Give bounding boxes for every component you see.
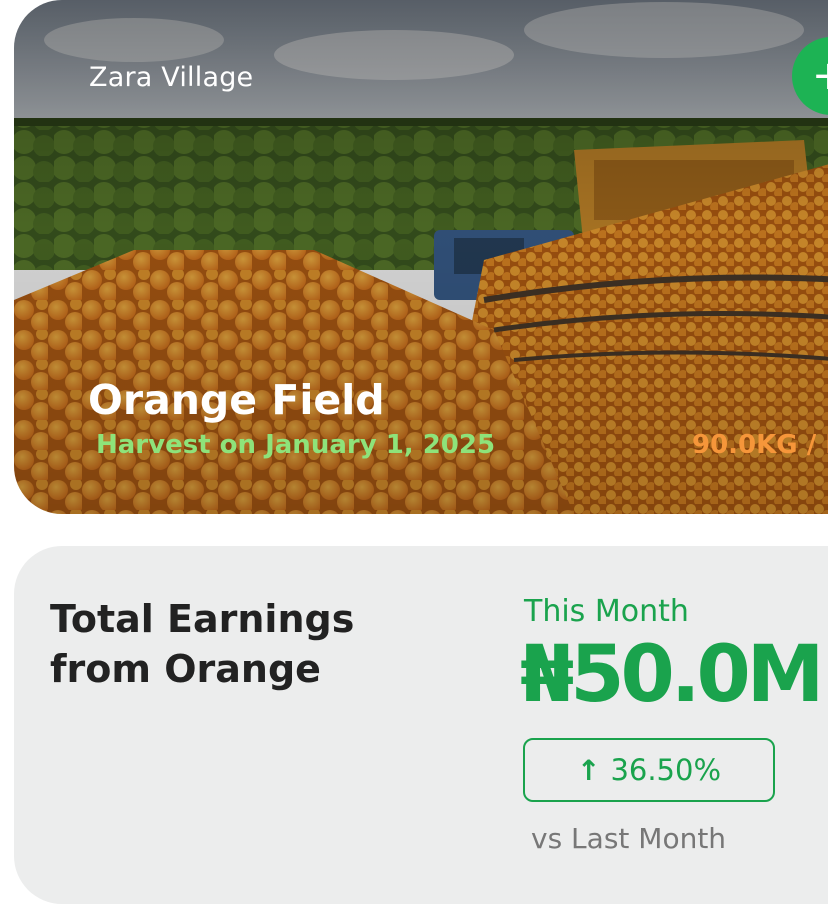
plus-icon: +	[812, 53, 828, 99]
compare-label: vs Last Month	[531, 822, 727, 855]
earnings-amount: ₦50.0M	[520, 630, 824, 720]
period-label: This Month	[524, 594, 689, 629]
change-badge: ↑ 36.50%	[523, 738, 775, 802]
field-hero-card[interactable]: Zara Village + Orange Field Harvest on J…	[14, 0, 828, 514]
earnings-title: Total Earnings from Orange	[50, 597, 355, 691]
arrow-up-icon: ↑	[576, 753, 601, 787]
field-name: Orange Field	[88, 376, 385, 424]
harvest-date: Harvest on January 1, 2025	[96, 430, 496, 460]
location-label: Zara Village	[89, 62, 254, 93]
yield-rate: 90.0KG / H	[692, 430, 828, 460]
change-percent: 36.50%	[610, 753, 722, 787]
earnings-card: Total Earnings from Orange This Month ₦5…	[14, 546, 828, 904]
